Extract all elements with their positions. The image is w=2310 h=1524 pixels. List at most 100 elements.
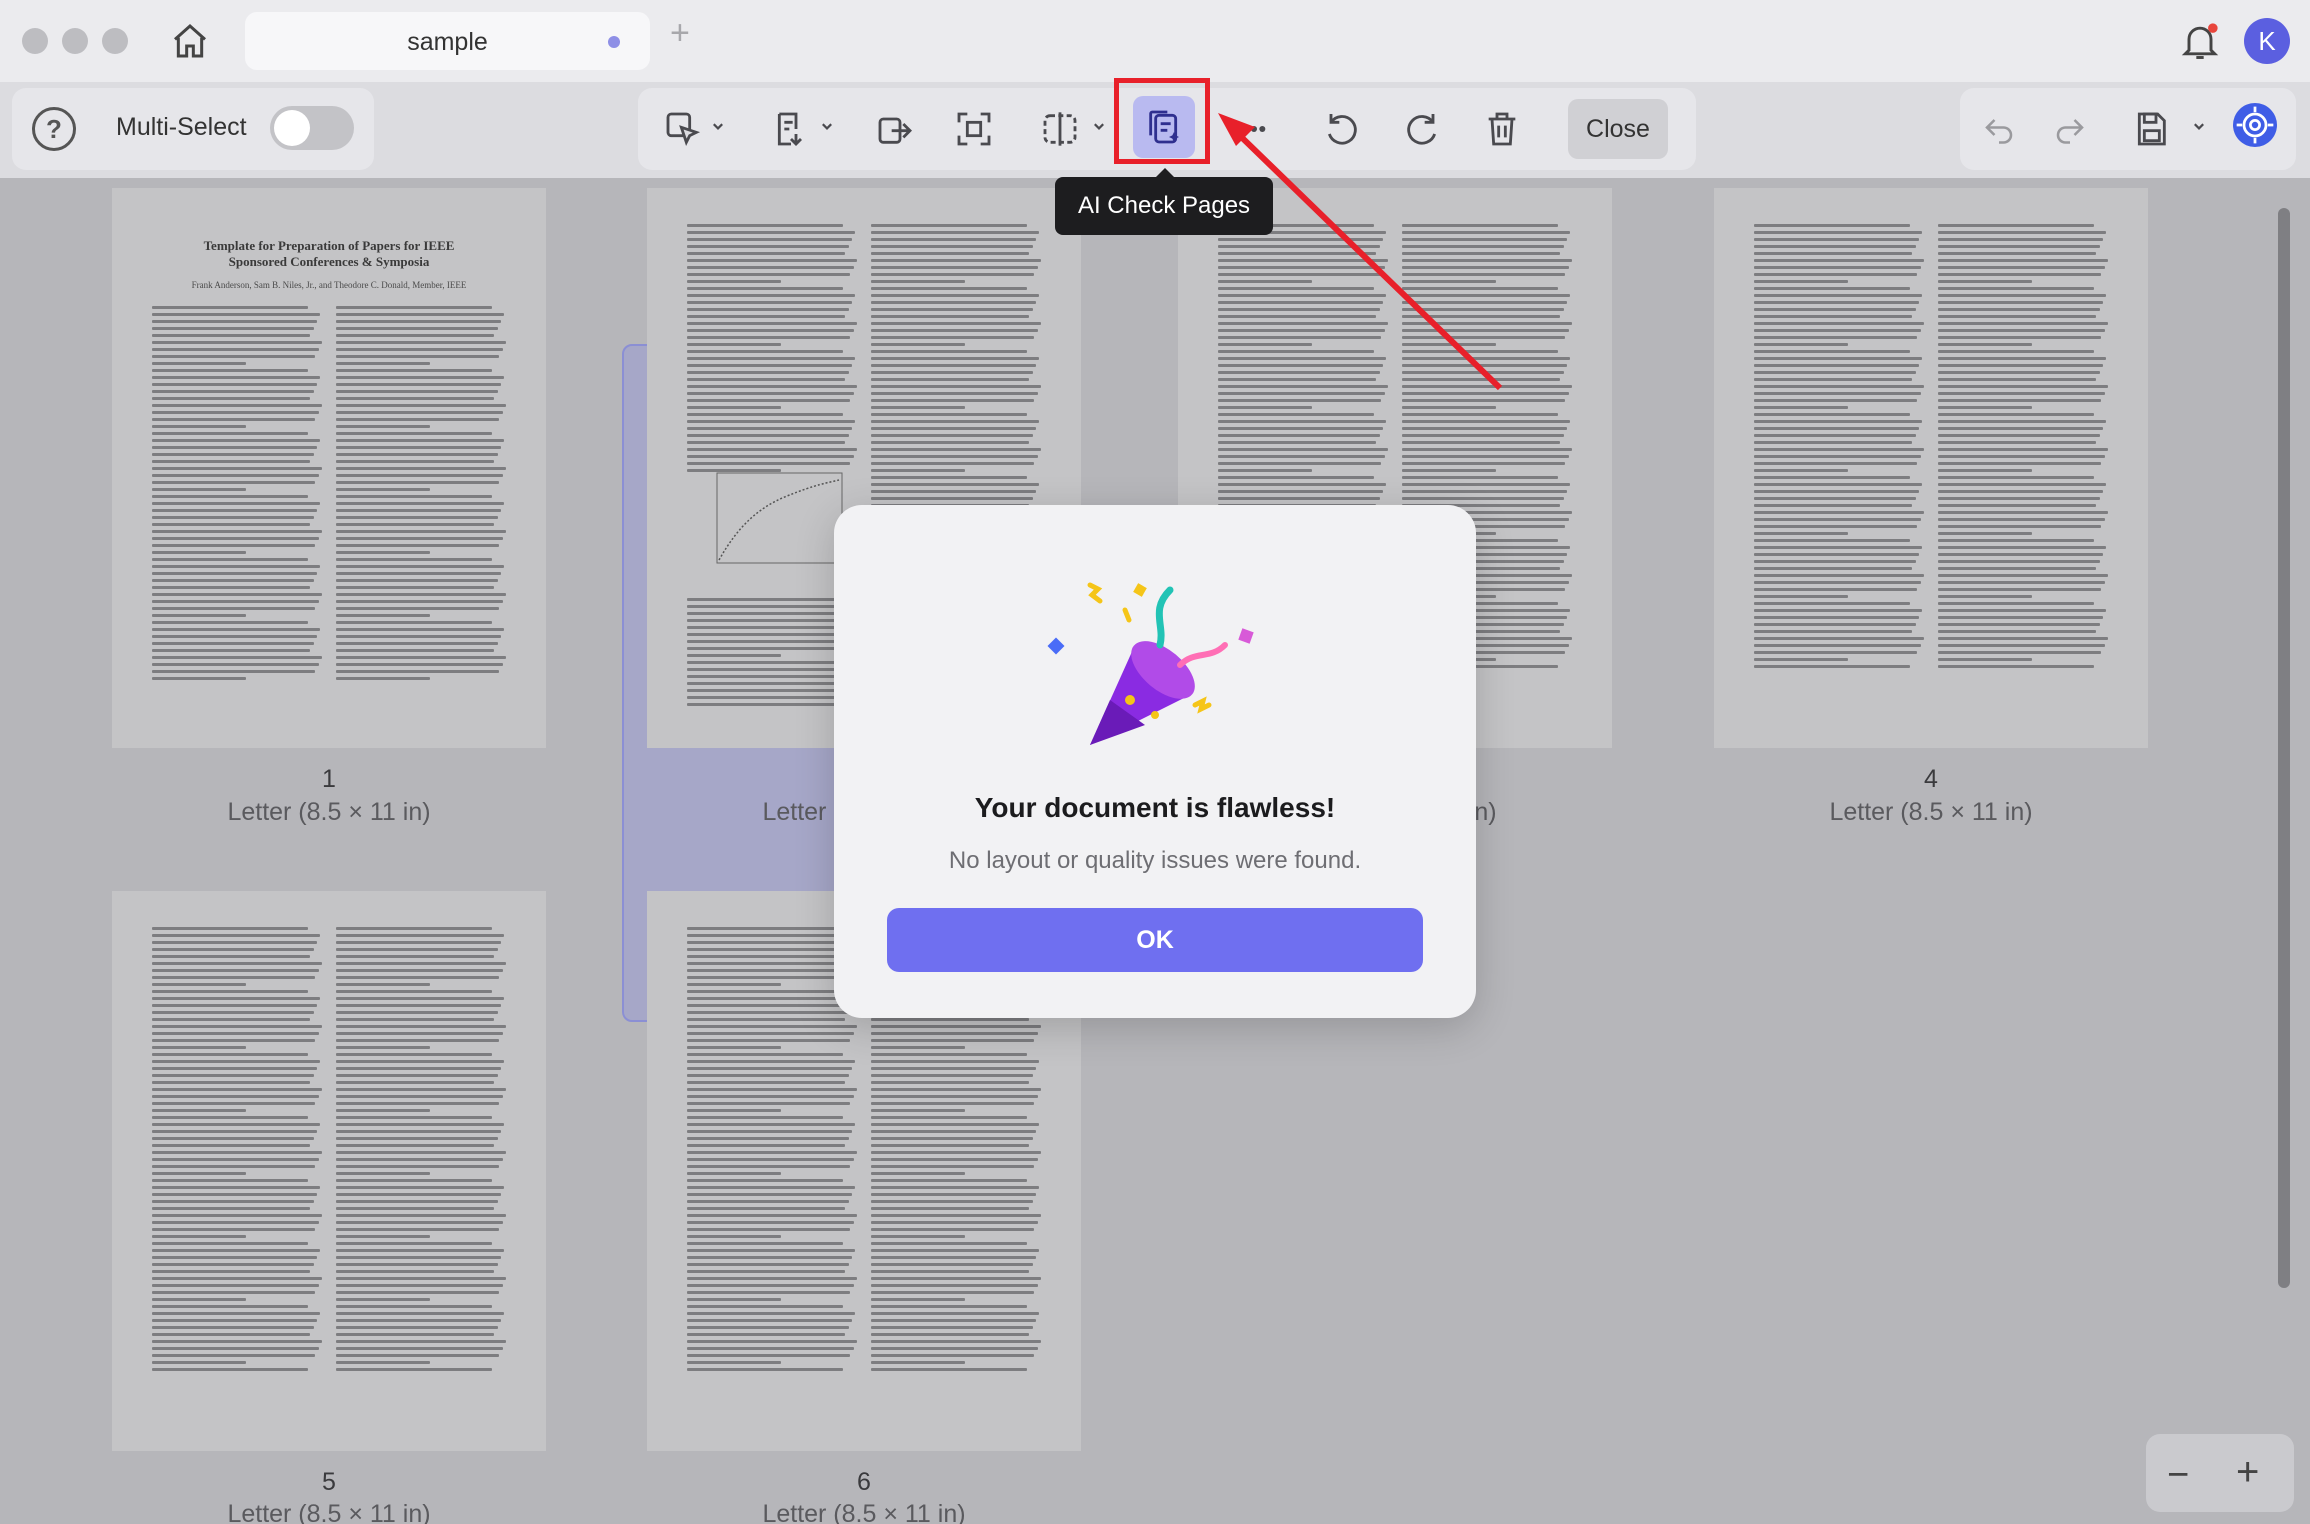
page-thumbnail-1[interactable]: Template for Preparation of Papers for I…: [112, 188, 546, 748]
extract-icon[interactable]: [763, 103, 819, 155]
text-line: [152, 446, 317, 449]
text-line: [687, 1039, 851, 1042]
text-line: [1218, 259, 1388, 262]
new-tab-button[interactable]: +: [670, 16, 690, 50]
text-line: [687, 619, 849, 622]
chevron-down-icon[interactable]: [711, 120, 725, 134]
text-line: [1754, 490, 1919, 493]
text-line: [1402, 315, 1561, 318]
help-icon[interactable]: ?: [32, 107, 76, 151]
document-tab[interactable]: sample: [245, 12, 650, 70]
text-line: [1218, 413, 1375, 416]
text-line: [1754, 413, 1911, 416]
crop-icon[interactable]: [946, 103, 1002, 155]
text-line: [152, 327, 314, 330]
text-line: [336, 614, 430, 617]
text-line: [1402, 350, 1559, 353]
text-line: [152, 1270, 311, 1273]
text-line: [1754, 238, 1919, 241]
text-line: [687, 948, 849, 951]
text-line: [871, 1298, 965, 1301]
undo-icon[interactable]: [1971, 103, 2027, 155]
select-tool-icon[interactable]: [655, 103, 711, 155]
export-icon[interactable]: [867, 103, 923, 155]
vertical-scrollbar[interactable]: [2278, 208, 2290, 1288]
text-line: [687, 385, 857, 388]
text-column: [152, 927, 322, 1375]
text-line: [336, 1074, 498, 1077]
text-line: [152, 1004, 317, 1007]
text-line: [1754, 252, 1913, 255]
window-zoom-button[interactable]: [102, 28, 128, 54]
redo-icon[interactable]: [2042, 103, 2098, 155]
text-line: [152, 976, 316, 979]
text-line: [152, 670, 316, 673]
rotate-left-icon[interactable]: [1313, 103, 1369, 155]
delete-icon[interactable]: [1474, 103, 1530, 155]
chevron-down-icon[interactable]: [2192, 120, 2206, 134]
text-line: [687, 1368, 844, 1371]
multi-select-toggle[interactable]: [270, 106, 354, 150]
close-button[interactable]: Close: [1568, 99, 1668, 159]
window-close-button[interactable]: [22, 28, 48, 54]
text-line: [687, 640, 854, 643]
text-line: [871, 1137, 1033, 1140]
text-line: [1754, 483, 1923, 486]
text-line: [336, 1095, 503, 1098]
text-line: [687, 315, 846, 318]
zoom-in-button[interactable]: +: [2236, 1452, 2259, 1492]
rotate-right-icon[interactable]: [1395, 103, 1451, 155]
text-line: [687, 1326, 849, 1329]
ok-button[interactable]: OK: [887, 908, 1423, 972]
text-line: [1938, 497, 2100, 500]
more-icon[interactable]: [1226, 103, 1282, 155]
text-line: [152, 1088, 322, 1091]
text-line: [871, 1060, 1040, 1063]
text-line: [152, 509, 317, 512]
text-line: [687, 1018, 846, 1021]
text-line: [336, 1186, 505, 1189]
text-line: [687, 413, 844, 416]
split-icon[interactable]: [1032, 103, 1088, 155]
text-line: [687, 350, 844, 353]
text-line: [336, 362, 430, 365]
text-line: [152, 565, 321, 568]
text-line: [1218, 273, 1382, 276]
user-avatar[interactable]: K: [2244, 18, 2290, 64]
text-line: [336, 355, 500, 358]
text-line: [687, 1312, 856, 1315]
text-line: [336, 663, 503, 666]
text-line: [687, 1256, 852, 1259]
chevron-down-icon[interactable]: [1092, 120, 1106, 134]
text-line: [152, 1340, 322, 1343]
chevron-down-icon[interactable]: [820, 120, 834, 134]
text-line: [1938, 637, 2108, 640]
text-line: [1754, 434, 1916, 437]
save-icon[interactable]: [2123, 103, 2179, 155]
bell-icon[interactable]: [2178, 18, 2222, 64]
text-line: [152, 983, 246, 986]
text-line: [1938, 441, 2097, 444]
text-line: [152, 1193, 317, 1196]
text-line: [687, 1235, 781, 1238]
text-line: [152, 1067, 317, 1070]
text-line: [1218, 462, 1382, 465]
text-line: [1218, 434, 1380, 437]
window-minimize-button[interactable]: [62, 28, 88, 54]
page-thumbnail-5[interactable]: [112, 891, 546, 1451]
text-line: [687, 1242, 844, 1245]
text-line: [336, 348, 503, 351]
text-line: [1938, 343, 2032, 346]
text-line: [152, 390, 314, 393]
page-thumbnail-4[interactable]: [1714, 188, 2148, 748]
text-line: [871, 1053, 1028, 1056]
text-line: [1402, 343, 1496, 346]
text-line: [1754, 287, 1911, 290]
text-line: [687, 1291, 851, 1294]
text-line: [1402, 322, 1572, 325]
zoom-out-button[interactable]: −: [2167, 1456, 2189, 1494]
text-line: [152, 362, 246, 365]
ai-assistant-icon[interactable]: [2233, 103, 2277, 147]
text-line: [336, 453, 498, 456]
home-icon[interactable]: [165, 18, 215, 64]
